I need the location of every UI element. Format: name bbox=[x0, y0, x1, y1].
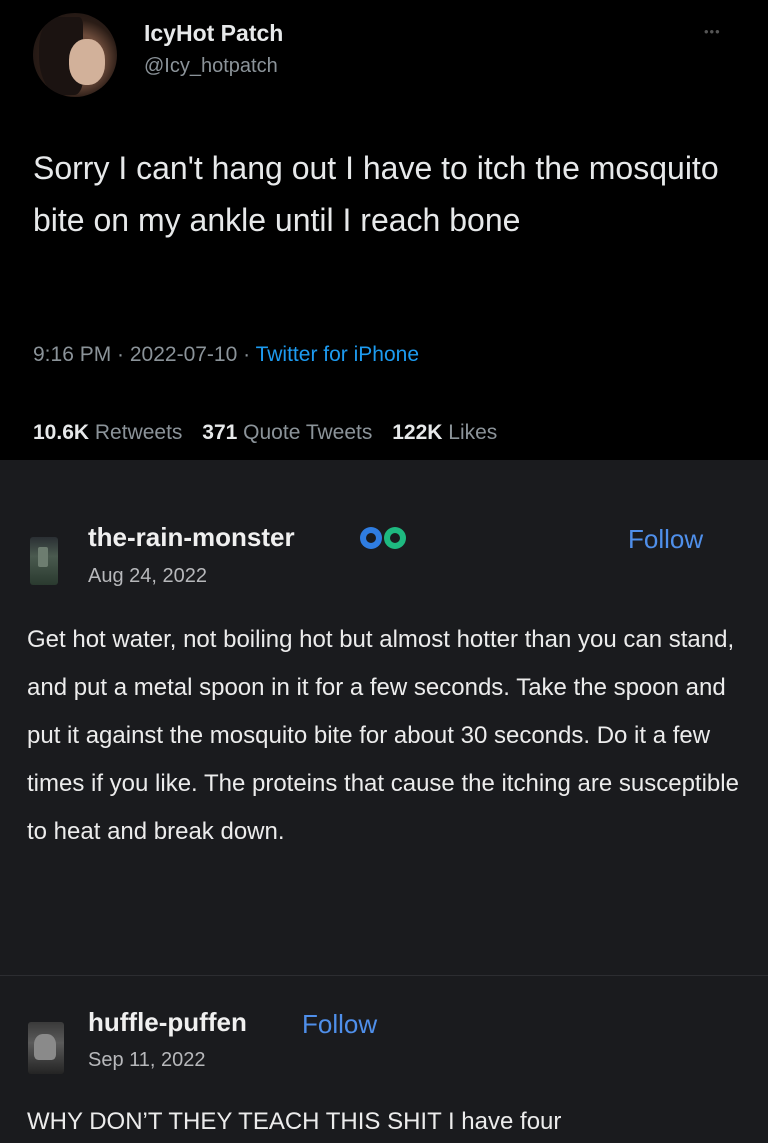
tweet-time: 9:16 PM · 2022-07-10 · bbox=[33, 343, 251, 366]
tweet-meta: 9:16 PM · 2022-07-10 · Twitter for iPhon… bbox=[33, 343, 419, 367]
tweet-card: IcyHot Patch @Icy_hotpatch ••• Sorry I c… bbox=[0, 0, 768, 460]
blog-badges bbox=[360, 527, 406, 549]
post-text: WHY DON’T THEY TEACH THIS SHIT I have fo… bbox=[27, 1108, 562, 1135]
quotes-label: Quote Tweets bbox=[243, 421, 373, 444]
verified-blue-icon bbox=[360, 527, 382, 549]
post-date: Sep 11, 2022 bbox=[88, 1049, 206, 1071]
user-handle[interactable]: @Icy_hotpatch bbox=[144, 55, 278, 78]
quotes-stat[interactable]: 371 Quote Tweets bbox=[202, 421, 372, 444]
likes-count: 122K bbox=[392, 421, 443, 444]
post-divider bbox=[0, 975, 768, 976]
retweets-count: 10.6K bbox=[33, 421, 90, 444]
quotes-count: 371 bbox=[202, 421, 238, 444]
retweets-label: Retweets bbox=[94, 421, 183, 444]
avatar[interactable] bbox=[33, 13, 117, 97]
likes-stat[interactable]: 122K Likes bbox=[392, 421, 497, 444]
retweets-stat[interactable]: 10.6K Retweets bbox=[33, 421, 182, 444]
post-date: Aug 24, 2022 bbox=[88, 565, 207, 587]
more-dots-icon[interactable]: ••• bbox=[704, 24, 721, 39]
tweet-text: Sorry I can't hang out I have to itch th… bbox=[33, 150, 719, 238]
display-name[interactable]: IcyHot Patch bbox=[144, 20, 283, 47]
tweet-stats: 10.6K Retweets 371 Quote Tweets 122K Lik… bbox=[33, 421, 497, 445]
tumblr-thread: the-rain-monster Follow Aug 24, 2022 Get… bbox=[0, 460, 768, 1143]
follow-button[interactable]: Follow bbox=[302, 1009, 377, 1040]
avatar-face bbox=[69, 39, 105, 85]
likes-label: Likes bbox=[448, 421, 498, 444]
verified-green-icon bbox=[384, 527, 406, 549]
blog-name[interactable]: huffle-puffen bbox=[88, 1007, 247, 1038]
blog-name[interactable]: the-rain-monster bbox=[88, 522, 295, 553]
blog-avatar[interactable] bbox=[28, 1022, 64, 1074]
tweet-source-link[interactable]: Twitter for iPhone bbox=[256, 343, 419, 366]
blog-avatar[interactable] bbox=[30, 537, 58, 585]
follow-button[interactable]: Follow bbox=[628, 524, 703, 555]
post-text: Get hot water, not boiling hot but almos… bbox=[27, 626, 739, 845]
